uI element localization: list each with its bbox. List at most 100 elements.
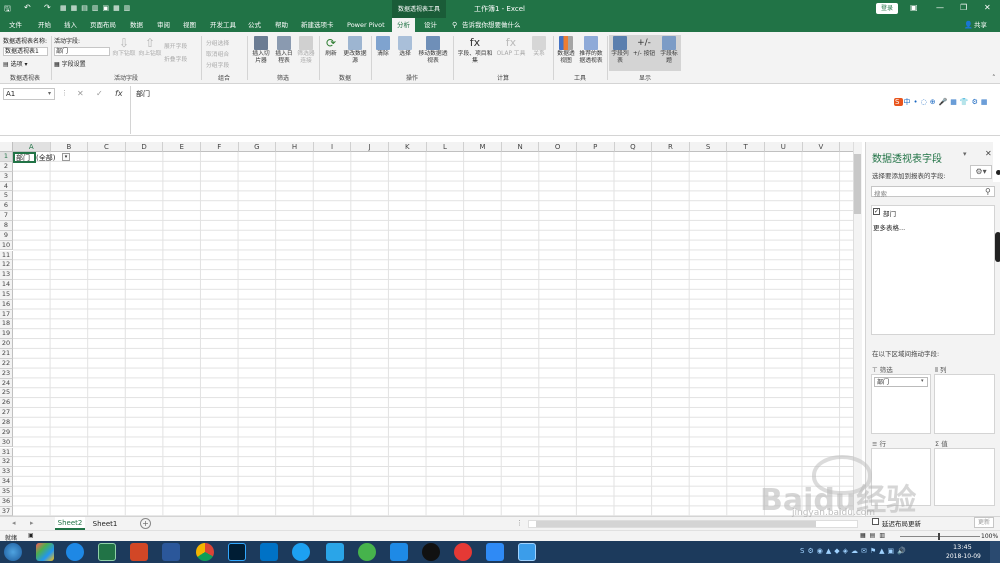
- excel-taskbar-icon[interactable]: [98, 543, 116, 561]
- plus-minus-buttons-button[interactable]: +/- +/- 按钮: [632, 36, 656, 58]
- tab-help[interactable]: 帮助: [275, 18, 288, 32]
- chrome-taskbar-icon[interactable]: [196, 543, 214, 561]
- field-dept-label[interactable]: 部门: [883, 208, 896, 218]
- row-header[interactable]: 33: [0, 467, 13, 478]
- row-header[interactable]: 8: [0, 220, 13, 231]
- row-header[interactable]: 1: [0, 152, 13, 162]
- filter-item-dropdown-icon[interactable]: ▾: [921, 378, 924, 384]
- minimize-icon[interactable]: —: [936, 3, 944, 12]
- column-header[interactable]: U: [765, 142, 803, 152]
- row-header[interactable]: 22: [0, 358, 13, 369]
- enter-icon[interactable]: ✓: [96, 89, 103, 98]
- row-header[interactable]: 11: [0, 250, 13, 261]
- redo-icon[interactable]: ↷: [44, 3, 51, 12]
- tab-split-icon[interactable]: ⋮: [516, 519, 523, 527]
- recommended-pivottables-button[interactable]: 推荐的数据透视表: [578, 36, 604, 65]
- move-pivottable-button[interactable]: 移动数据透视表: [416, 36, 450, 65]
- sheet-nav-prev-icon[interactable]: ◂: [12, 519, 16, 527]
- column-header[interactable]: K: [389, 142, 427, 152]
- column-header[interactable]: N: [501, 142, 540, 152]
- row-header[interactable]: 24: [0, 378, 13, 389]
- save-icon[interactable]: 🖫: [4, 3, 11, 17]
- drill-down-button[interactable]: ⇩ 向下钻取: [112, 36, 136, 58]
- ribbon-display-icon[interactable]: ▣: [910, 3, 918, 12]
- tablet-app-taskbar-icon[interactable]: [518, 543, 536, 561]
- ie-browser-icon[interactable]: [66, 543, 84, 561]
- field-dept-checkbox[interactable]: ✓: [873, 208, 880, 215]
- values-area-box[interactable]: [934, 448, 995, 506]
- column-header[interactable]: I: [313, 142, 352, 152]
- sheet-tab-sheet1[interactable]: Sheet1: [90, 518, 120, 530]
- tab-home[interactable]: 开始: [38, 18, 51, 32]
- row-header[interactable]: 29: [0, 427, 13, 438]
- tab-developer[interactable]: 开发工具: [210, 18, 236, 32]
- column-header[interactable]: A: [13, 142, 51, 152]
- row-header[interactable]: 35: [0, 486, 13, 497]
- cancel-icon[interactable]: ✕: [77, 89, 84, 98]
- column-header[interactable]: E: [163, 142, 201, 152]
- column-header[interactable]: H: [276, 142, 314, 152]
- rows-area-box[interactable]: [871, 448, 931, 506]
- ime-toolbar-icons[interactable]: S中•◌⊕🎤▦👕⚙▦: [894, 97, 1000, 109]
- outlook-taskbar-icon[interactable]: [260, 543, 278, 561]
- zoom-slider[interactable]: [900, 536, 980, 537]
- horizontal-scrollbar-thumb[interactable]: [536, 521, 816, 527]
- pane-settings-gear-icon[interactable]: ⚙▾: [970, 165, 992, 179]
- row-header[interactable]: 16: [0, 299, 13, 310]
- start-button-icon[interactable]: [4, 543, 22, 561]
- tab-design[interactable]: 设计: [424, 18, 437, 32]
- row-header[interactable]: 19: [0, 329, 13, 340]
- row-header[interactable]: 25: [0, 388, 13, 399]
- word-taskbar-icon[interactable]: [162, 543, 180, 561]
- system-tray-icons[interactable]: S⚙◉▲◆◈☁✉⚑▲▣🔊: [800, 547, 945, 557]
- field-headers-button[interactable]: 字段标题: [658, 36, 680, 65]
- close-icon[interactable]: ✕: [984, 3, 991, 12]
- photoshop-taskbar-icon[interactable]: [228, 543, 246, 561]
- powerpoint-taskbar-icon[interactable]: [130, 543, 148, 561]
- defer-update-checkbox[interactable]: [872, 518, 879, 525]
- search-icon[interactable]: ⚲: [985, 187, 991, 196]
- row-header[interactable]: 30: [0, 437, 13, 448]
- column-header[interactable]: M: [464, 142, 502, 152]
- sheet-nav-next-icon[interactable]: ▸: [30, 519, 34, 527]
- ungroup-button[interactable]: 取消组合: [206, 49, 229, 58]
- column-header[interactable]: S: [689, 142, 728, 152]
- qq-taskbar-icon[interactable]: [422, 543, 440, 561]
- app-colorful-icon[interactable]: [36, 543, 54, 561]
- column-header[interactable]: T: [727, 142, 765, 152]
- row-header[interactable]: 21: [0, 349, 13, 359]
- active-field-input[interactable]: 部门: [54, 47, 110, 56]
- more-tables-link[interactable]: 更多表格...: [873, 222, 905, 232]
- select-all-corner[interactable]: [0, 142, 13, 152]
- refresh-button[interactable]: ⟳ 刷新: [322, 36, 340, 58]
- insert-timeline-button[interactable]: 插入日程表: [273, 36, 295, 65]
- row-header[interactable]: 23: [0, 368, 13, 379]
- vertical-scrollbar-thumb[interactable]: [854, 154, 861, 214]
- pane-options-dropdown-icon[interactable]: ▾: [963, 150, 967, 158]
- row-header[interactable]: 10: [0, 240, 13, 251]
- worksheet-grid[interactable]: ABCDEFGHIJKLMNOPQRSTUVW 1234567891011121…: [0, 142, 862, 516]
- zoom-slider-thumb[interactable]: [938, 533, 940, 540]
- row-header[interactable]: 28: [0, 417, 13, 428]
- pen-app-taskbar-icon[interactable]: [486, 543, 504, 561]
- pt-name-input[interactable]: 数据透视表1: [3, 47, 48, 56]
- star-app-taskbar-icon[interactable]: [390, 543, 408, 561]
- row-header[interactable]: 32: [0, 457, 13, 468]
- share-button[interactable]: 共享: [974, 18, 987, 32]
- tab-new[interactable]: 新建选项卡: [301, 18, 334, 32]
- zoom-level[interactable]: 100%: [981, 533, 998, 540]
- row-header[interactable]: 2: [0, 161, 13, 172]
- tab-formulas[interactable]: 公式: [248, 18, 261, 32]
- fields-items-sets-button[interactable]: fx 字段、项目和集: [456, 36, 494, 65]
- collapse-ribbon-icon[interactable]: ˄: [992, 74, 996, 82]
- row-header[interactable]: 31: [0, 447, 13, 458]
- collapse-field-button[interactable]: 折叠字段: [164, 54, 187, 63]
- field-list-button[interactable]: 字段列表: [610, 36, 630, 65]
- cell-b1-text[interactable]: (全部): [36, 153, 55, 163]
- view-buttons-icon[interactable]: ▦▤▥: [860, 532, 889, 539]
- tab-view[interactable]: 视图: [183, 18, 196, 32]
- olap-tools-button[interactable]: fx OLAP 工具: [496, 36, 526, 58]
- column-header[interactable]: D: [125, 142, 164, 152]
- cloud-app-taskbar-icon[interactable]: [326, 543, 344, 561]
- row-header[interactable]: 34: [0, 477, 13, 487]
